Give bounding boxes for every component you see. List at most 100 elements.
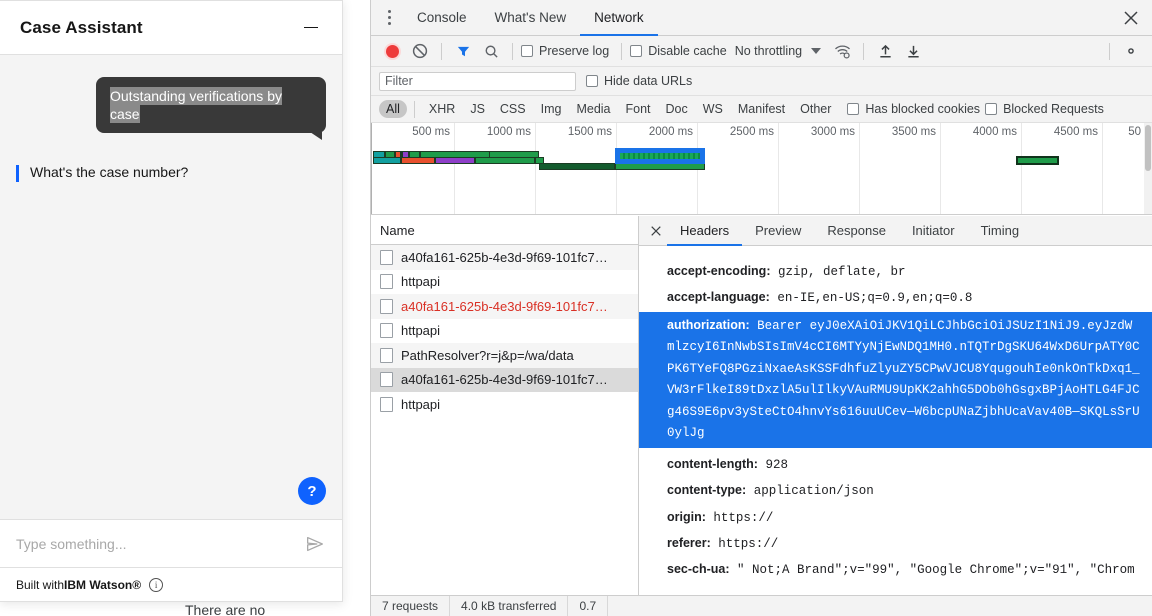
blocked-requests-label: Blocked Requests	[1003, 102, 1104, 116]
search-icon[interactable]	[478, 39, 504, 63]
header-value: https://	[713, 510, 774, 525]
chat-message-list: Outstanding verifications by case What's…	[0, 55, 342, 519]
type-filter-js[interactable]: JS	[463, 100, 492, 118]
bot-accent-bar	[16, 165, 19, 183]
request-detail-pane: Headers Preview Response Initiator Timin…	[639, 216, 1152, 595]
screenshot-root: n v e 4 :: s o ' There are no Case Assis…	[0, 0, 1152, 616]
table-row[interactable]: PathResolver?r=j&p=/wa/data	[371, 343, 638, 368]
filter-input[interactable]	[379, 71, 576, 91]
preserve-log-checkbox[interactable]: Preserve log	[521, 44, 609, 58]
filter-icon[interactable]	[450, 39, 476, 63]
table-row[interactable]: a40fa161-625b-4e3d-9f69-101fc7…	[371, 294, 638, 319]
send-icon[interactable]	[304, 533, 326, 555]
type-filter-all[interactable]: All	[379, 100, 407, 118]
clear-icon[interactable]	[407, 39, 433, 63]
request-column-header[interactable]: Name	[371, 216, 638, 245]
header-value: application/json	[753, 484, 874, 499]
checkbox-box	[586, 75, 598, 87]
timeline-tick: 500 ms	[412, 126, 450, 138]
type-filter-media[interactable]: Media	[569, 100, 617, 118]
gear-icon[interactable]	[1118, 39, 1144, 63]
footer-prefix: Built with	[16, 577, 65, 592]
record-icon[interactable]	[379, 39, 405, 63]
header-name: origin:	[667, 509, 706, 524]
minimize-icon[interactable]	[300, 17, 322, 39]
case-assistant-widget: Case Assistant Outstanding verifications…	[0, 0, 343, 602]
type-filter-manifest[interactable]: Manifest	[731, 100, 792, 118]
status-transferred: 4.0 kB transferred	[450, 595, 569, 616]
info-icon[interactable]: i	[149, 577, 164, 592]
table-row[interactable]: a40fa161-625b-4e3d-9f69-101fc7…	[371, 367, 638, 392]
tab-initiator[interactable]: Initiator	[899, 216, 968, 246]
table-row[interactable]: a40fa161-625b-4e3d-9f69-101fc7…	[371, 245, 638, 270]
header-name: accept-encoding:	[667, 264, 771, 278]
disable-cache-label: Disable cache	[648, 44, 727, 58]
tab-response[interactable]: Response	[814, 216, 899, 246]
close-icon[interactable]	[645, 220, 667, 242]
tab-console[interactable]: Console	[403, 0, 481, 36]
disable-cache-checkbox[interactable]: Disable cache	[630, 44, 727, 58]
network-split: Name a40fa161-625b-4e3d-9f69-101fc7… htt…	[371, 216, 1152, 595]
timeline-selected-request[interactable]	[615, 148, 705, 164]
devtools-panel: Console What's New Network Preserve log	[370, 0, 1152, 616]
user-message-text: Outstanding verifications by case	[110, 87, 282, 124]
download-har-icon[interactable]	[900, 39, 926, 63]
request-list-pane: Name a40fa161-625b-4e3d-9f69-101fc7… htt…	[371, 216, 639, 595]
table-row[interactable]: httpapi	[371, 270, 638, 295]
timeline-bar	[401, 157, 435, 164]
type-filter-other[interactable]: Other	[793, 100, 838, 118]
tab-whats-new[interactable]: What's New	[481, 0, 581, 36]
type-filter-ws[interactable]: WS	[696, 100, 730, 118]
throttling-select[interactable]: No throttling	[735, 44, 822, 58]
document-icon	[380, 249, 393, 265]
timeline-tick: 4500 ms	[1053, 126, 1098, 138]
timeline-bar	[615, 163, 705, 170]
chat-input[interactable]	[16, 535, 304, 552]
timeline-tick: 2500 ms	[729, 126, 774, 138]
header-value: " Not;A Brand";v="99", "Google Chrome";v…	[737, 563, 1135, 578]
timeline-tick: 3500 ms	[891, 126, 936, 138]
tab-network[interactable]: Network	[580, 0, 658, 36]
tab-timing[interactable]: Timing	[968, 216, 1033, 246]
scrolled-header-peek	[639, 248, 1152, 259]
blocked-requests-checkbox[interactable]: Blocked Requests	[985, 102, 1104, 116]
type-filter-img[interactable]: Img	[534, 100, 569, 118]
table-row[interactable]: httpapi	[371, 392, 638, 417]
kebab-menu-icon[interactable]	[375, 4, 403, 32]
network-toolbar: Preserve log Disable cache No throttling	[371, 36, 1152, 67]
document-icon	[380, 347, 393, 363]
header-value-line: 0ylJg	[667, 426, 705, 441]
header-row: accept-language: en-IE,en-US;q=0.9,en;q=…	[639, 285, 1152, 311]
authorization-header-row[interactable]: authorization: Bearer eyJ0eXAiOiJKV1QiLC…	[639, 311, 1152, 448]
timeline-scrollbar[interactable]	[1144, 123, 1152, 214]
document-icon	[380, 298, 393, 314]
filter-row: Hide data URLs	[371, 67, 1152, 96]
type-filter-doc[interactable]: Doc	[659, 100, 695, 118]
network-conditions-icon[interactable]	[829, 39, 855, 63]
header-value: gzip, deflate, br	[778, 265, 906, 279]
network-overview-timeline[interactable]: 500 ms 1000 ms 1500 ms 2000 ms 2500 ms 3…	[371, 123, 1152, 215]
table-row[interactable]: httpapi	[371, 319, 638, 344]
type-filter-font[interactable]: Font	[619, 100, 658, 118]
timeline-tick: 1500 ms	[567, 126, 612, 138]
timeline-tick: 1000 ms	[486, 126, 531, 138]
type-filter-xhr[interactable]: XHR	[422, 100, 462, 118]
timeline-bar	[475, 157, 535, 164]
has-blocked-cookies-checkbox[interactable]: Has blocked cookies	[847, 102, 980, 116]
hide-data-urls-checkbox[interactable]: Hide data URLs	[586, 74, 692, 88]
upload-har-icon[interactable]	[872, 39, 898, 63]
header-row: content-length: 928	[639, 448, 1152, 478]
type-filter-css[interactable]: CSS	[493, 100, 533, 118]
help-button[interactable]: ?	[298, 477, 326, 505]
hide-data-urls-label: Hide data URLs	[604, 74, 693, 88]
close-icon[interactable]	[1122, 9, 1140, 27]
checkbox-box	[847, 103, 860, 115]
header-row: referer: https://	[639, 531, 1152, 557]
header-row: sec-ch-ua: " Not;A Brand";v="99", "Googl…	[639, 557, 1152, 583]
tab-preview[interactable]: Preview	[742, 216, 814, 246]
tab-headers[interactable]: Headers	[667, 216, 743, 246]
header-value-line: g46S9E6pv3ySteCtO4hnvYs616uuUCev—W6bcpUN…	[667, 404, 1140, 419]
header-value: en-IE,en-US;q=0.9,en;q=0.8	[777, 291, 973, 306]
header-value: 928	[765, 457, 788, 472]
request-name: httpapi	[401, 396, 441, 412]
